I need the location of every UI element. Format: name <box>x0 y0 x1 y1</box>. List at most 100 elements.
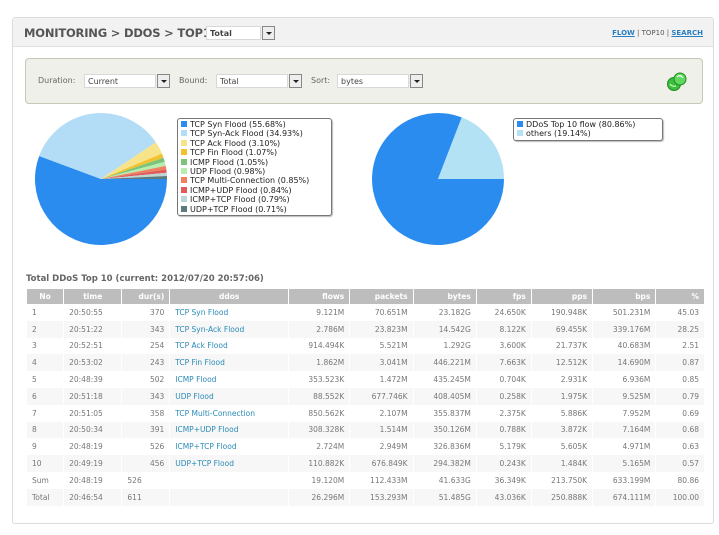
legend-label: ICMP+TCP Flood (0.79%) <box>190 195 290 205</box>
cell-percent: 0.87 <box>656 354 704 372</box>
cell-percent: 0.63 <box>682 442 699 452</box>
cell-bps: 9.525M <box>593 387 656 405</box>
table-row: 5 20:48:39 502 ICMP Flood 353.523K 1.472M 435.… <box>27 371 704 388</box>
legend-item: TCP Multi-Connection (0.85%) <box>181 176 328 185</box>
column-header[interactable]: bps <box>593 289 656 304</box>
cell-pps: 5.605K <box>560 442 588 452</box>
cell-bytes: 446.221M <box>413 354 476 372</box>
cell-packets: 2.107M <box>379 408 408 418</box>
cell-bytes: 23.182G <box>438 307 471 317</box>
cell-ddos[interactable]: UDP+TCP Flood <box>170 455 288 472</box>
table-body: 1 20:50:55 370 TCP Syn Flood 9.121M 70.651M 23… <box>27 304 704 506</box>
cell-durs: 526 <box>149 442 165 452</box>
cell-no: 9 <box>32 442 37 452</box>
cell-ddos[interactable]: ICMP+TCP Flood <box>170 438 288 455</box>
bound-label: Bound: <box>179 76 208 85</box>
cell-ddos[interactable]: UDP Flood <box>170 387 288 405</box>
cell-ddos[interactable]: ICMP+UDP Flood <box>170 421 288 439</box>
cell-ddos <box>170 472 288 489</box>
cell-no: 3 <box>32 341 37 351</box>
cell-flows: 308.328K <box>289 421 350 439</box>
legend-top10-vs-others: DDoS Top 10 flow (80.86%) others (19.14%) <box>513 118 663 141</box>
cell-flows: 88.552K <box>289 387 350 405</box>
cell-flows: 2.786M <box>289 320 350 338</box>
cell-ddos[interactable]: TCP Ack Flood <box>170 338 288 355</box>
cell-durs: 391 <box>122 421 170 439</box>
cell-pps: 12.512K <box>531 354 593 372</box>
cell-percent: 100.00 <box>656 488 704 506</box>
cell-ddos[interactable]: TCP Syn-Ack Flood <box>170 320 288 338</box>
chevron-down-icon[interactable] <box>289 74 302 88</box>
legend-swatch <box>181 196 187 203</box>
cell-bps: 501.231M <box>612 307 651 317</box>
cell-durs: 243 <box>122 354 170 372</box>
cell-percent: 0.79 <box>656 387 704 405</box>
cell-fps: 43.036K <box>476 488 531 506</box>
cell-pps: 2.931K <box>560 375 588 385</box>
cell-fps: 2.375K <box>499 408 526 418</box>
legend-swatch <box>181 205 187 212</box>
cell-flows: 19.120M <box>311 475 345 485</box>
cell-packets: 5.521M <box>379 341 408 351</box>
cell-ddos[interactable]: TCP Multi-Connection <box>170 405 288 422</box>
legend-swatch <box>517 121 523 127</box>
cell-time: 20:51:18 <box>64 387 122 405</box>
scope-select[interactable]: Total <box>206 26 275 40</box>
cell-fps: 3.600K <box>499 341 526 351</box>
nav-link-top10[interactable]: TOP10 <box>642 29 665 37</box>
duration-select[interactable]: Current <box>84 74 170 88</box>
cell-bps: 674.111M <box>593 488 656 506</box>
column-header[interactable]: pps <box>531 289 593 304</box>
cell-pps: 213.750K <box>551 475 588 485</box>
sort-select[interactable]: bytes <box>337 74 423 88</box>
cell-packets: 153.293M <box>350 488 413 506</box>
table-row: 2 20:51:22 343 TCP Syn-Ack Flood 2.786M 23.82… <box>27 320 704 338</box>
cell-packets: 1.472M <box>379 375 408 385</box>
cell-percent: 45.03 <box>677 307 699 317</box>
chevron-down-icon[interactable] <box>262 26 275 40</box>
table-row: 10 20:49:19 456 UDP+TCP Flood 110.882K 676.84… <box>27 455 704 472</box>
legend-label: TCP Syn-Ack Flood (34.93%) <box>190 129 303 139</box>
cell-percent: 28.25 <box>656 320 704 338</box>
cell-pps: 69.455K <box>531 320 593 338</box>
pie-chart-top10-vs-others <box>372 112 504 245</box>
legend-label: TCP Multi-Connection (0.85%) <box>190 176 310 186</box>
column-header[interactable]: time <box>64 289 122 304</box>
cell-no: Sum <box>32 475 49 485</box>
cell-ddos[interactable]: TCP Syn Flood <box>170 304 288 321</box>
legend-swatch <box>181 186 187 193</box>
cell-flows: 914.494K <box>308 341 345 351</box>
cell-time: 20:48:39 <box>69 375 103 385</box>
chevron-down-icon[interactable] <box>157 74 170 88</box>
legend-item: UDP+TCP Flood (0.71%) <box>181 205 328 214</box>
column-header[interactable]: packets <box>350 289 413 304</box>
cell-bytes: 51.485G <box>413 488 476 506</box>
chevron-down-icon[interactable] <box>410 74 423 88</box>
column-header[interactable]: % <box>656 289 704 304</box>
cell-durs: 358 <box>149 408 165 418</box>
refresh-globe-icon[interactable] <box>666 72 688 92</box>
column-header[interactable]: dur(s) <box>122 289 170 304</box>
bound-select[interactable]: Total <box>216 74 302 88</box>
cell-flows: 26.296M <box>289 488 350 506</box>
cell-ddos[interactable]: TCP Fin Flood <box>170 354 288 372</box>
cell-fps: 5.179K <box>499 442 526 452</box>
nav-link-flow[interactable]: FLOW <box>612 29 635 37</box>
column-header[interactable]: ddos <box>170 289 288 304</box>
column-header[interactable]: bytes <box>413 289 476 304</box>
cell-ddos[interactable]: ICMP Flood <box>170 371 288 388</box>
legend-item: TCP Fin Flood (1.07%) <box>181 148 328 157</box>
column-header[interactable]: fps <box>476 289 531 304</box>
cell-pps: 1.484K <box>531 455 593 472</box>
table-summary-row: Sum 20:48:19 526 19.120M 112.433M 41.633G 36.3… <box>27 472 704 489</box>
legend-swatch <box>181 177 187 184</box>
column-header[interactable]: flows <box>289 289 350 304</box>
legend-item: ICMP+TCP Flood (0.79%) <box>181 195 328 204</box>
nav-link-search[interactable]: SEARCH <box>671 29 703 37</box>
cell-packets: 676.849K <box>350 455 413 472</box>
legend-label: UDP+TCP Flood (0.71%) <box>190 204 287 214</box>
cell-fps: 0.788K <box>476 421 531 439</box>
cell-bps: 7.164M <box>593 421 656 439</box>
cell-bps: 633.199M <box>612 475 651 485</box>
column-header[interactable]: No <box>27 289 64 304</box>
